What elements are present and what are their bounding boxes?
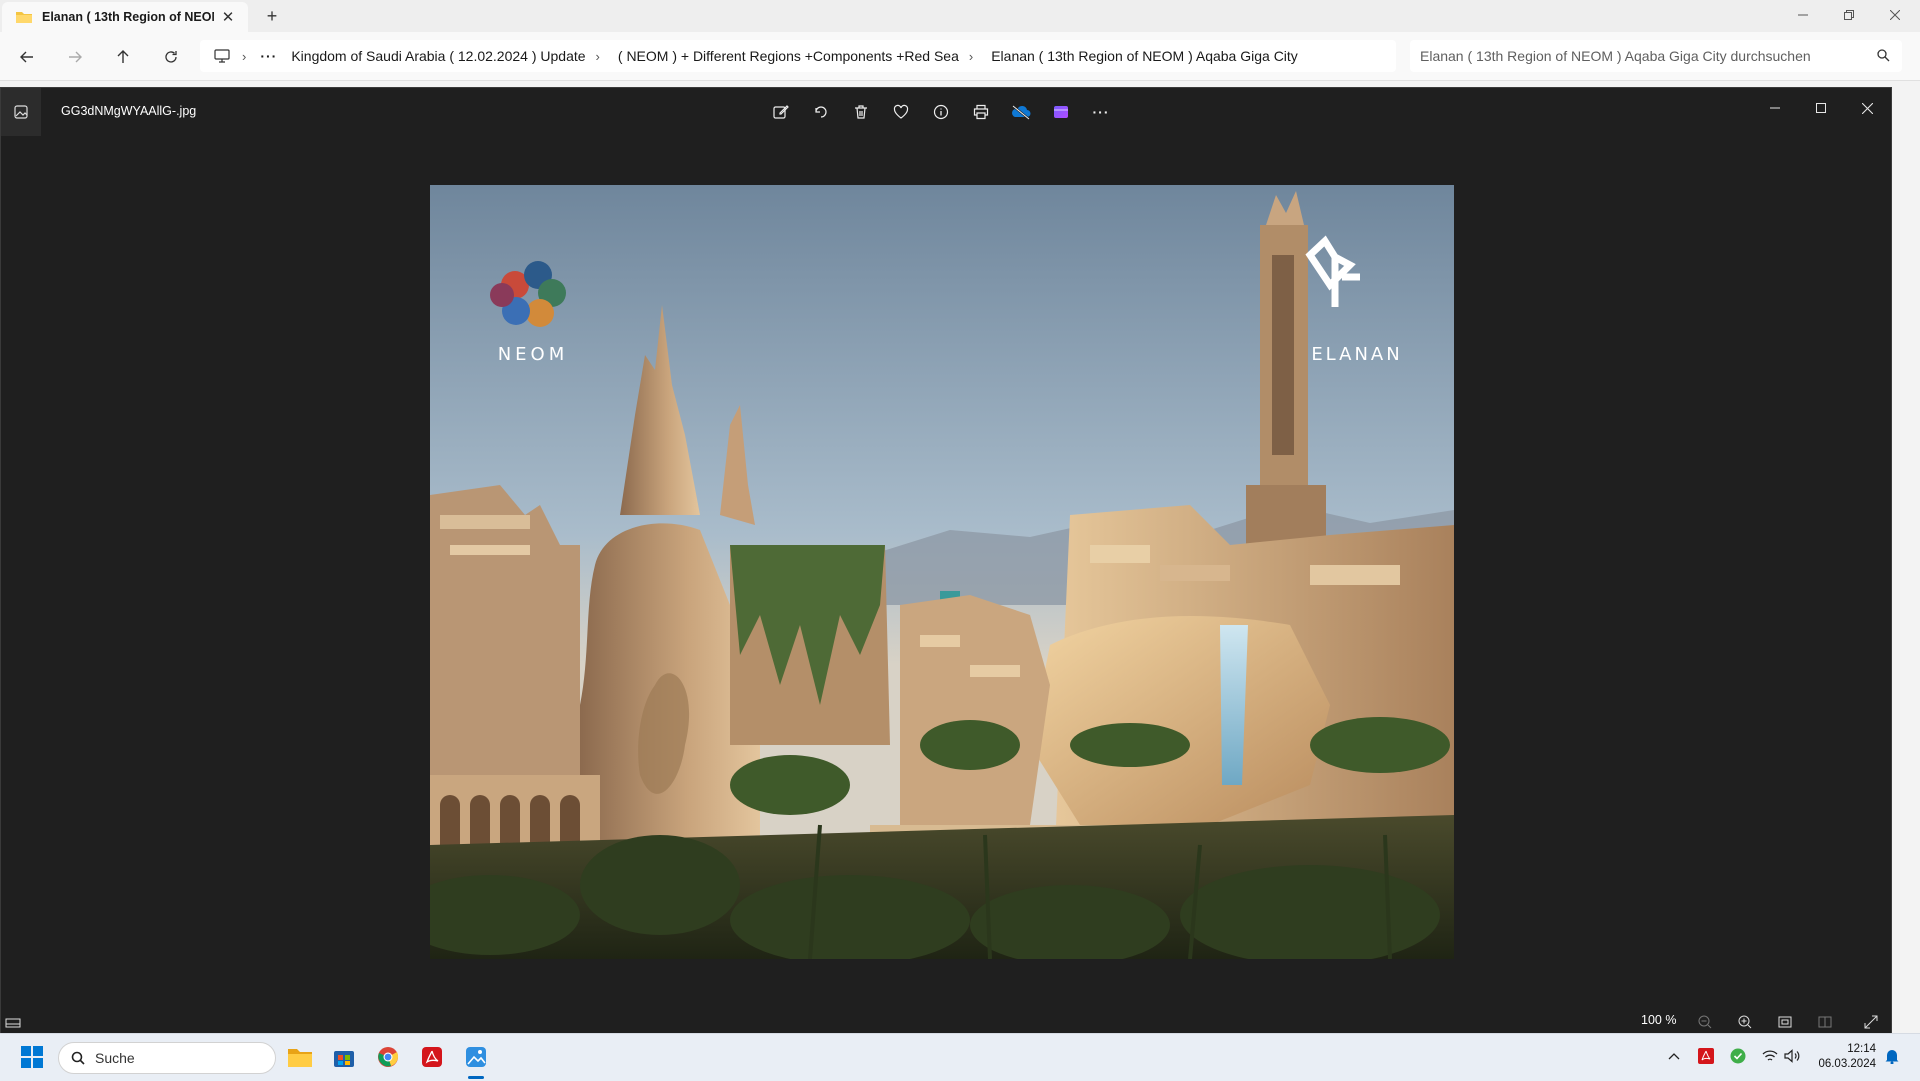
windows-start-icon[interactable] — [16, 1041, 48, 1073]
photos-icon[interactable] — [460, 1041, 492, 1073]
microsoft-store-icon[interactable] — [328, 1041, 360, 1073]
this-pc-icon[interactable] — [214, 49, 230, 63]
search-icon — [1877, 49, 1890, 62]
refresh-icon[interactable] — [158, 44, 184, 70]
active-app-indicator — [468, 1076, 484, 1079]
taskbar: Suche 12:14 06.03.2024 — [0, 1033, 1920, 1081]
neom-logo-text: NEOM — [498, 344, 569, 365]
compare-icon[interactable] — [1817, 1014, 1833, 1030]
explorer-tab[interactable]: Elanan ( 13th Region of NEOM ✕ — [2, 2, 248, 32]
delete-icon[interactable] — [849, 100, 873, 124]
clock-time: 12:14 — [1847, 1043, 1876, 1055]
file-name: GG3dNMgWYAAllG-.jpg — [61, 104, 197, 118]
taskbar-search-label: Suche — [95, 1050, 135, 1066]
chevron-right-icon[interactable]: › — [242, 49, 246, 64]
back-arrow-icon[interactable] — [14, 44, 40, 70]
fit-to-window-icon[interactable] — [1777, 1014, 1793, 1030]
viewer-maximize-icon[interactable] — [1801, 92, 1841, 124]
minimize-icon[interactable] — [1780, 0, 1826, 30]
displayed-photo: NEOM ELANAN — [430, 185, 1454, 959]
clock-date: 06.03.2024 — [1818, 1058, 1876, 1070]
close-window-icon[interactable] — [1872, 0, 1918, 30]
forward-arrow-icon[interactable] — [62, 44, 88, 70]
explorer-address-bar: › ··· Kingdom of Saudi Arabia ( 12.02.20… — [0, 32, 1920, 81]
more-icon[interactable]: ··· — [1089, 100, 1113, 124]
clipchamp-icon[interactable] — [1049, 100, 1073, 124]
breadcrumb-item[interactable]: Elanan ( 13th Region of NEOM ) Aqaba Gig… — [991, 48, 1298, 64]
breadcrumb-item[interactable]: ( NEOM ) + Different Regions +Components… — [618, 48, 959, 64]
zoom-in-icon[interactable] — [1737, 1014, 1753, 1030]
zoom-level: 100 % — [1641, 1013, 1677, 1027]
info-icon[interactable] — [929, 100, 953, 124]
fullscreen-icon[interactable] — [1863, 1014, 1879, 1030]
new-tab-button[interactable]: + — [262, 6, 282, 26]
acrobat-tray-icon[interactable] — [1696, 1046, 1716, 1066]
photos-app-icon — [1, 88, 41, 136]
acrobat-icon[interactable] — [416, 1041, 448, 1073]
onedrive-icon[interactable] — [1009, 100, 1033, 124]
search-input[interactable]: Elanan ( 13th Region of NEOM ) Aqaba Gig… — [1410, 40, 1902, 72]
photo-viewer-window: GG3dNMgWYAAllG-.jpg ··· NEOM ELANAN 100 … — [0, 87, 1892, 1035]
zoom-out-icon[interactable] — [1697, 1014, 1713, 1030]
tab-title: Elanan ( 13th Region of NEOM — [42, 10, 214, 24]
close-tab-icon[interactable]: ✕ — [220, 9, 236, 26]
up-arrow-icon[interactable] — [110, 44, 136, 70]
notification-bell-icon[interactable] — [1882, 1046, 1902, 1066]
taskbar-search-input[interactable]: Suche — [58, 1042, 276, 1074]
elanan-city-render: NEOM ELANAN — [430, 185, 1454, 959]
print-icon[interactable] — [969, 100, 993, 124]
chevron-right-icon[interactable]: › — [596, 49, 600, 64]
volume-icon[interactable] — [1782, 1046, 1802, 1066]
breadcrumb: › ··· Kingdom of Saudi Arabia ( 12.02.20… — [200, 40, 1396, 72]
system-clock[interactable]: 12:14 06.03.2024 — [1810, 1042, 1876, 1072]
chrome-icon[interactable] — [372, 1041, 404, 1073]
chevron-right-icon[interactable]: › — [969, 49, 973, 64]
security-tray-icon[interactable] — [1728, 1046, 1748, 1066]
explorer-tab-bar: Elanan ( 13th Region of NEOM ✕ + — [0, 0, 1920, 32]
search-icon — [71, 1051, 85, 1065]
wifi-icon[interactable] — [1760, 1046, 1780, 1066]
search-placeholder: Elanan ( 13th Region of NEOM ) Aqaba Gig… — [1420, 48, 1811, 64]
filmstrip-icon[interactable] — [5, 1014, 21, 1030]
favorite-icon[interactable] — [889, 100, 913, 124]
breadcrumb-item[interactable]: Kingdom of Saudi Arabia ( 12.02.2024 ) U… — [291, 48, 585, 64]
viewer-close-icon[interactable] — [1847, 92, 1887, 124]
elanan-logo-text: ELANAN — [1311, 344, 1402, 365]
viewer-minimize-icon[interactable] — [1755, 92, 1795, 124]
viewer-toolbar: ··· — [769, 100, 1113, 124]
breadcrumb-overflow[interactable]: ··· — [260, 48, 277, 64]
restore-icon[interactable] — [1826, 0, 1872, 30]
rotate-icon[interactable] — [809, 100, 833, 124]
viewer-status-bar: 100 % — [1, 1010, 1891, 1034]
chevron-up-icon[interactable] — [1664, 1046, 1684, 1066]
folder-icon — [16, 12, 32, 23]
viewer-title-bar: GG3dNMgWYAAllG-.jpg ··· — [1, 88, 1891, 136]
edit-icon[interactable] — [769, 100, 793, 124]
file-explorer-icon[interactable] — [284, 1041, 316, 1073]
